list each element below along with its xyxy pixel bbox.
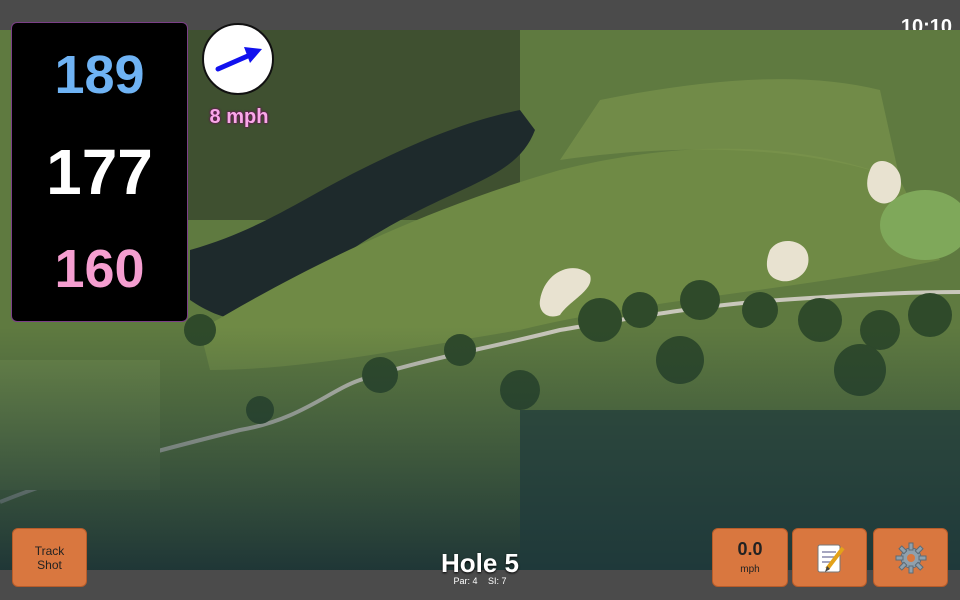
stroke-index-label: SI: 7 bbox=[488, 576, 507, 586]
wind-button-value: 0.0 bbox=[737, 539, 763, 559]
gear-icon bbox=[895, 542, 926, 573]
wind-speed-button[interactable]: 0.0 mph bbox=[712, 528, 788, 587]
hole-info: Par: 4 SI: 7 bbox=[380, 576, 580, 586]
track-shot-label-line2: Shot bbox=[37, 557, 62, 572]
notepad-icon bbox=[817, 544, 845, 572]
track-shot-button[interactable]: Track Shot bbox=[12, 528, 87, 587]
back-distance: 189 bbox=[54, 45, 145, 105]
front-distance: 160 bbox=[54, 239, 145, 299]
distance-panel: 189 177 160 bbox=[11, 22, 188, 322]
arrow-right-icon bbox=[215, 47, 262, 72]
par-label: Par: 4 bbox=[453, 576, 478, 586]
hole-title: Hole 5 bbox=[440, 548, 520, 578]
wind-speed-label: 8 mph bbox=[209, 106, 269, 128]
notes-button[interactable] bbox=[792, 528, 867, 587]
settings-button[interactable] bbox=[873, 528, 948, 587]
wind-button-unit: mph bbox=[740, 564, 760, 575]
middle-distance: 177 bbox=[46, 136, 153, 208]
track-shot-label-line1: Track bbox=[34, 543, 65, 558]
wind-indicator bbox=[202, 23, 274, 95]
